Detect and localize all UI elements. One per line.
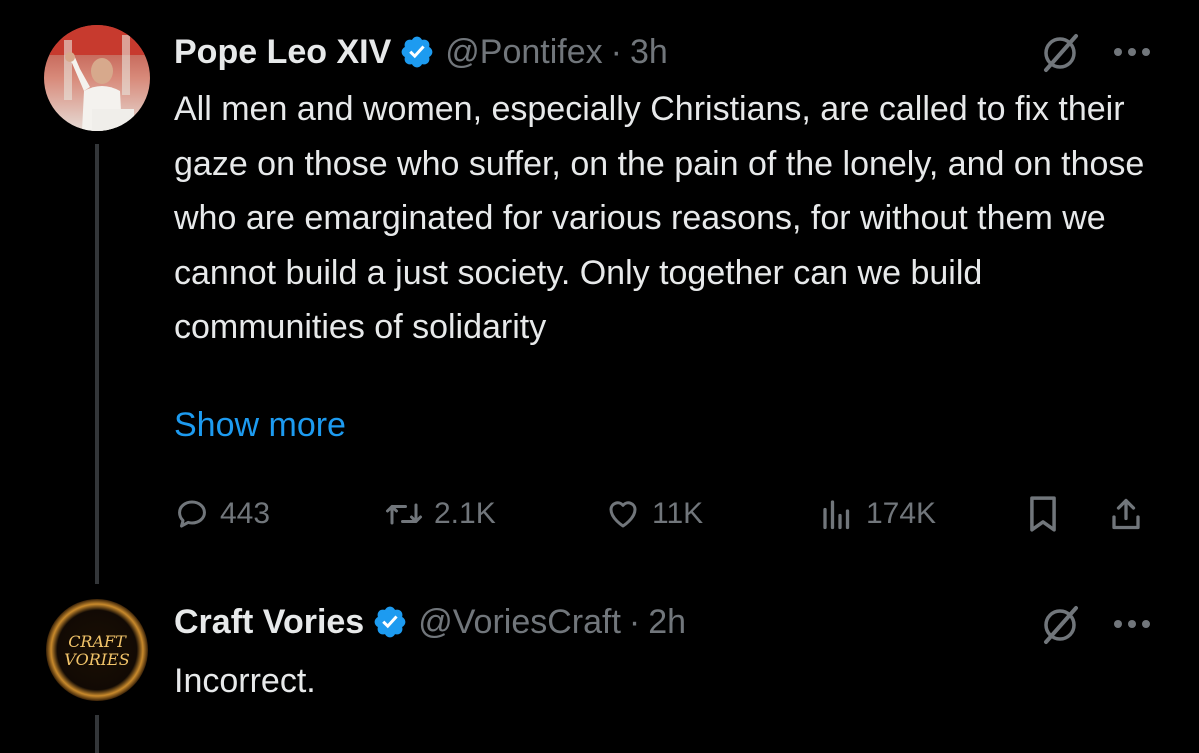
author-name[interactable]: Craft Vories	[174, 603, 364, 642]
reply-icon	[178, 500, 206, 528]
tweet-header: Pope Leo XIV @Pontifex · 3h	[174, 30, 668, 74]
bookmark-icon	[1030, 496, 1056, 532]
views-button[interactable]: 174K	[818, 490, 936, 538]
avatar-pope[interactable]	[44, 25, 150, 131]
thread-line	[95, 715, 99, 753]
separator-dot: ·	[610, 32, 622, 71]
tweet-actions: 443 2.1K 11K 174K	[174, 490, 1154, 538]
tweet-pontifex[interactable]: Pope Leo XIV @Pontifex · 3h All men and …	[0, 0, 1199, 590]
like-count: 11K	[652, 497, 704, 530]
tweet-time[interactable]: 3h	[630, 33, 668, 72]
author-handle[interactable]: @VoriesCraft	[418, 603, 621, 642]
more-dots-icon[interactable]	[1112, 46, 1152, 58]
share-icon	[1112, 498, 1140, 530]
tweet-header: Craft Vories @VoriesCraft · 2h	[174, 600, 686, 644]
repost-button[interactable]: 2.1K	[384, 490, 496, 538]
avatar-craft-vories[interactable]: CRAFT VORIES	[44, 597, 150, 703]
repost-icon	[386, 503, 422, 525]
tweet-text: All men and women, especially Christians…	[174, 90, 1145, 346]
author-handle[interactable]: @Pontifex	[445, 33, 602, 72]
tweet-time[interactable]: 2h	[648, 603, 686, 642]
bookmark-button[interactable]	[1026, 490, 1070, 538]
grok-icon[interactable]	[1038, 602, 1082, 646]
author-name[interactable]: Pope Leo XIV	[174, 33, 391, 72]
share-button[interactable]	[1108, 490, 1154, 538]
repost-count: 2.1K	[434, 497, 496, 530]
reply-count: 443	[220, 497, 271, 530]
show-more-link[interactable]: Show more	[174, 406, 346, 445]
svg-text:CRAFT: CRAFT	[68, 632, 127, 651]
separator-dot: ·	[628, 602, 641, 641]
grok-icon[interactable]	[1038, 30, 1082, 74]
verified-badge-icon	[374, 606, 406, 638]
svg-text:VORIES: VORIES	[64, 650, 129, 669]
like-button[interactable]: 11K	[604, 490, 703, 538]
tweet-text: Incorrect.	[174, 662, 316, 700]
verified-badge-icon	[401, 36, 433, 68]
views-icon	[823, 500, 850, 530]
reply-button[interactable]: 443	[174, 490, 270, 538]
views-count: 174K	[866, 497, 937, 530]
tweet-voriescraft[interactable]: CRAFT VORIES Craft Vories @VoriesCraft ·…	[0, 590, 1199, 753]
more-dots-icon[interactable]	[1112, 618, 1152, 630]
thread-line	[95, 144, 99, 584]
heart-icon	[609, 501, 637, 528]
